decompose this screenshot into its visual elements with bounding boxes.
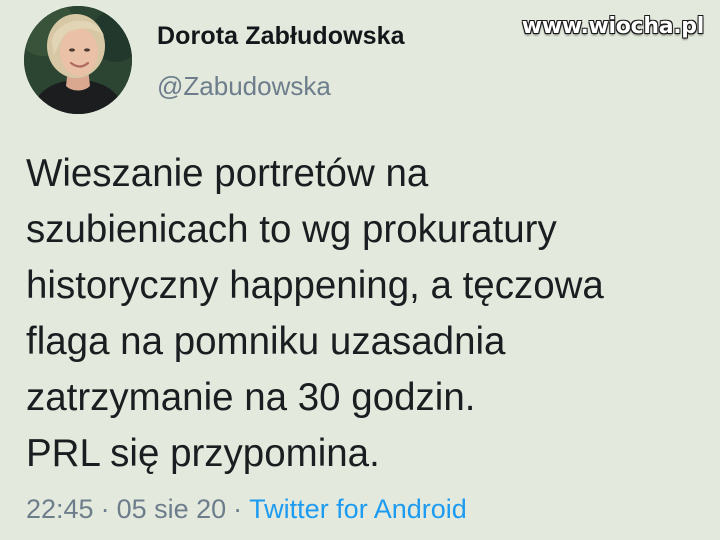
meta-separator: · [233, 494, 243, 524]
profile-photo-icon [24, 6, 132, 114]
meta-separator: · [100, 494, 110, 524]
tweet-text-line: historyczny happening, a tęczowa [26, 264, 604, 307]
tweet-text-line: zatrzymanie na 30 godzin. [26, 376, 476, 419]
tweet-time[interactable]: 22:45 [26, 494, 94, 524]
watermark: www.wiocha.pl [521, 14, 705, 39]
tweet-text-line: Wieszanie portretów na [26, 152, 429, 195]
tweet-text-line: PRL się przypomina. [26, 432, 380, 475]
author-display-name[interactable]: Dorota Zabłudowska [157, 22, 405, 51]
tweet-source-link[interactable]: Twitter for Android [249, 494, 467, 524]
tweet-card: Dorota Zabłudowska @Zabudowska www.wioch… [0, 0, 720, 540]
tweet-text-line: flaga na pomniku uzasadnia [26, 320, 506, 363]
tweet-text-line: szubienicach to wg prokuratury [26, 208, 557, 251]
tweet-meta: 22:45 · 05 sie 20 · Twitter for Android [26, 494, 467, 525]
author-handle[interactable]: @Zabudowska [157, 71, 331, 102]
tweet-text: Wieszanie portretów na szubienicach to w… [26, 146, 706, 482]
tweet-date[interactable]: 05 sie 20 [117, 494, 227, 524]
avatar[interactable] [24, 6, 132, 114]
